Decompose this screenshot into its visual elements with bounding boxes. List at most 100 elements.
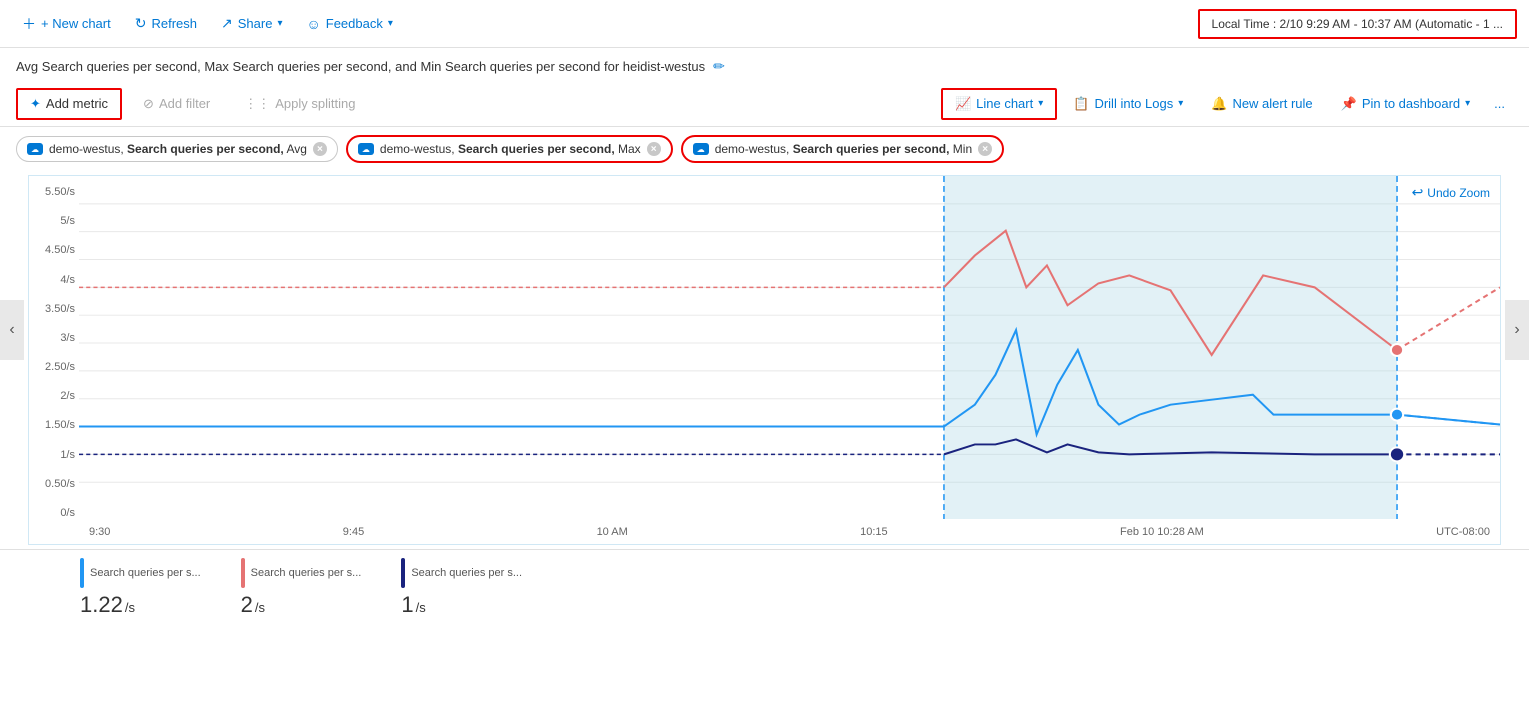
apply-splitting-button[interactable]: ⋮⋮ Apply splitting	[231, 89, 368, 119]
y-label-2: 4.50/s	[45, 244, 75, 256]
feedback-button[interactable]: ☺ Feedback ▾	[296, 10, 402, 38]
add-metric-label: Add metric	[46, 96, 108, 111]
pin-chevron-icon: ▾	[1465, 98, 1470, 109]
pin-label: Pin to dashboard	[1362, 96, 1460, 111]
legend-color-max	[241, 558, 245, 588]
line-chart-label: Line chart	[976, 96, 1033, 111]
y-label-5: 3/s	[60, 332, 75, 344]
new-alert-label: New alert rule	[1232, 96, 1312, 111]
cloud-icon-min: ☁	[693, 143, 709, 155]
legend-value-avg: 1.22	[80, 592, 123, 618]
legend-unit-min: /s	[416, 600, 426, 615]
feedback-label: Feedback	[326, 16, 383, 31]
new-chart-button[interactable]: ＋ + New chart	[12, 8, 121, 40]
y-label-11: 0/s	[60, 507, 75, 519]
y-label-4: 3.50/s	[45, 303, 75, 315]
drill-logs-chevron-icon: ▾	[1178, 98, 1183, 109]
legend-text-min: Search queries per s...	[411, 567, 522, 579]
x-label-2: 10 AM	[597, 526, 628, 538]
pill-max-close[interactable]: ×	[647, 142, 661, 156]
x-label-3: 10:15	[860, 526, 888, 538]
nav-arrow-left[interactable]: ‹	[0, 300, 24, 360]
edit-icon[interactable]: ✏	[713, 58, 725, 75]
legend-value-max: 2	[241, 592, 253, 618]
new-chart-label: + New chart	[41, 16, 111, 31]
metric-pill-min[interactable]: ☁ demo-westus, Search queries per second…	[681, 135, 1004, 163]
x-label-0: 9:30	[89, 526, 110, 538]
legend-item-max: Search queries per s... 2 /s	[241, 558, 362, 618]
legend-area: Search queries per s... 1.22 /s Search q…	[0, 549, 1529, 626]
legend-color-avg	[80, 558, 84, 588]
refresh-label: Refresh	[151, 16, 197, 31]
y-label-0: 5.50/s	[45, 186, 75, 198]
add-filter-button[interactable]: ⊘ Add filter	[130, 89, 223, 119]
alert-icon: 🔔	[1211, 96, 1227, 112]
pin-icon: 📌	[1341, 96, 1357, 112]
legend-label-avg: Search queries per s...	[80, 558, 201, 588]
undo-zoom-button[interactable]: ↩ Undo Zoom	[1412, 184, 1490, 201]
cloud-icon-max: ☁	[358, 143, 374, 155]
x-label-4: Feb 10 10:28 AM	[1120, 526, 1204, 538]
metric-pills-area: ☁ demo-westus, Search queries per second…	[0, 127, 1529, 171]
chart-container: 5.50/s 5/s 4.50/s 4/s 3.50/s 3/s 2.50/s …	[28, 175, 1501, 545]
new-alert-rule-button[interactable]: 🔔 New alert rule	[1199, 90, 1324, 118]
y-label-6: 2.50/s	[45, 361, 75, 373]
share-button[interactable]: ↗ Share ▾	[211, 9, 292, 38]
metrics-toolbar: ✦ Add metric ⊘ Add filter ⋮⋮ Apply split…	[0, 81, 1529, 127]
pill-min-text: demo-westus, Search queries per second, …	[715, 142, 972, 156]
chart-title: Avg Search queries per second, Max Searc…	[16, 59, 705, 74]
drill-logs-icon: 📋	[1073, 96, 1089, 112]
legend-color-min	[401, 558, 405, 588]
new-chart-icon: ＋	[22, 14, 36, 34]
time-range-button[interactable]: Local Time : 2/10 9:29 AM - 10:37 AM (Au…	[1198, 9, 1517, 39]
refresh-button[interactable]: ↻ Refresh	[125, 9, 207, 38]
chart-type-button[interactable]: 📈 Line chart ▾	[941, 88, 1057, 120]
feedback-icon: ☺	[306, 16, 320, 32]
time-range-label: Local Time : 2/10 9:29 AM - 10:37 AM (Au…	[1212, 17, 1503, 31]
y-label-9: 1/s	[60, 449, 75, 461]
add-filter-label: Add filter	[159, 96, 210, 111]
legend-item-avg: Search queries per s... 1.22 /s	[80, 558, 201, 618]
legend-label-max: Search queries per s...	[241, 558, 362, 588]
undo-icon: ↩	[1412, 184, 1424, 201]
legend-text-max: Search queries per s...	[251, 567, 362, 579]
drill-into-logs-button[interactable]: 📋 Drill into Logs ▾	[1061, 90, 1195, 118]
x-label-1: 9:45	[343, 526, 364, 538]
cloud-icon-avg: ☁	[27, 143, 43, 155]
pin-dashboard-button[interactable]: 📌 Pin to dashboard ▾	[1329, 90, 1483, 118]
legend-unit-avg: /s	[125, 600, 135, 615]
pill-min-close[interactable]: ×	[978, 142, 992, 156]
add-metric-button[interactable]: ✦ Add metric	[16, 88, 122, 120]
chart-svg	[79, 176, 1500, 519]
chart-title-area: Avg Search queries per second, Max Searc…	[0, 48, 1529, 81]
y-label-7: 2/s	[60, 390, 75, 402]
y-label-3: 4/s	[60, 274, 75, 286]
drill-logs-label: Drill into Logs	[1094, 96, 1173, 111]
y-axis: 5.50/s 5/s 4.50/s 4/s 3.50/s 3/s 2.50/s …	[29, 176, 79, 544]
share-label: Share	[238, 16, 273, 31]
legend-unit-max: /s	[255, 600, 265, 615]
y-label-10: 0.50/s	[45, 478, 75, 490]
splitting-icon: ⋮⋮	[244, 96, 270, 112]
more-icon: ...	[1494, 96, 1505, 111]
more-options-button[interactable]: ...	[1486, 90, 1513, 117]
filter-icon: ⊘	[143, 96, 154, 112]
line-chart-icon: 📈	[955, 96, 971, 112]
add-metric-icon: ✦	[30, 96, 41, 112]
metric-pill-max[interactable]: ☁ demo-westus, Search queries per second…	[346, 135, 673, 163]
pill-avg-text: demo-westus, Search queries per second, …	[49, 142, 307, 156]
nav-arrow-right[interactable]: ›	[1505, 300, 1529, 360]
legend-item-min: Search queries per s... 1 /s	[401, 558, 522, 618]
x-axis: 9:30 9:45 10 AM 10:15 Feb 10 10:28 AM UT…	[79, 519, 1500, 544]
pill-avg-close[interactable]: ×	[313, 142, 327, 156]
share-icon: ↗	[221, 15, 233, 32]
share-chevron-icon: ▾	[277, 18, 282, 29]
toolbar-right: 📈 Line chart ▾ 📋 Drill into Logs ▾ 🔔 New…	[941, 88, 1513, 120]
y-label-8: 1.50/s	[45, 419, 75, 431]
metric-pill-avg[interactable]: ☁ demo-westus, Search queries per second…	[16, 136, 338, 162]
y-label-1: 5/s	[60, 215, 75, 227]
refresh-icon: ↻	[135, 15, 147, 32]
feedback-chevron-icon: ▾	[388, 18, 393, 29]
x-label-5: UTC-08:00	[1436, 526, 1490, 538]
top-toolbar: ＋ + New chart ↻ Refresh ↗ Share ▾ ☺ Feed…	[0, 0, 1529, 48]
